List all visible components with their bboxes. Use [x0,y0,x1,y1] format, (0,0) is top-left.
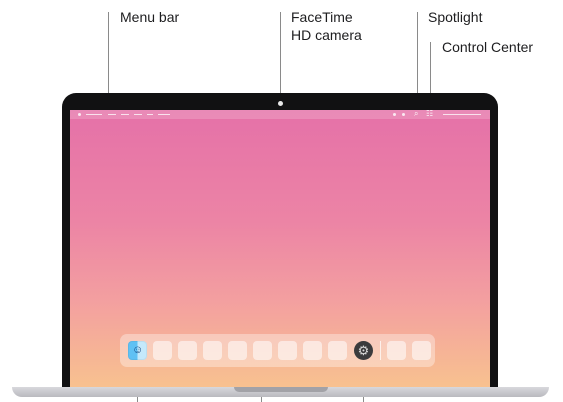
menu-bar-label: Menu bar [120,9,180,25]
menu-item[interactable] [121,114,129,115]
dock-app-icon[interactable] [228,341,247,360]
desktop-screen: ⌕ ☷ ☺ ⚙ [70,110,490,389]
facetime-camera-label: FaceTime HD camera [291,8,362,44]
menu-bar[interactable]: ⌕ ☷ [70,110,490,119]
dock: ☺ ⚙ [120,334,435,367]
dock-app-icon[interactable] [153,341,172,360]
facetime-camera [278,101,283,106]
facetime-label-line1: FaceTime [291,9,353,25]
menu-item[interactable] [147,114,153,115]
menu-bar-clock [443,114,481,115]
dock-app-icon[interactable] [203,341,222,360]
dock-app-icon[interactable] [387,341,406,360]
menu-item[interactable] [108,114,116,115]
dock-app-icon[interactable] [303,341,322,360]
search-icon[interactable]: ⌕ [414,110,418,119]
gear-icon[interactable]: ⚙ [354,341,373,360]
wifi-icon[interactable] [402,113,405,116]
facetime-label-line2: HD camera [291,27,362,43]
control-center-icon[interactable]: ☷ [426,110,433,119]
apple-menu-icon[interactable] [78,113,81,116]
dock-app-icon[interactable] [328,341,347,360]
dock-divider [380,341,381,360]
dock-app-icon[interactable] [253,341,272,360]
facetime-camera-callout-line [280,12,281,100]
finder-face-icon: ☺ [132,344,144,356]
finder-icon[interactable]: ☺ [128,341,147,360]
dock-app-icon[interactable] [178,341,197,360]
dock-app-icon[interactable] [412,341,431,360]
lid-opening-notch [234,387,328,392]
menu-item[interactable] [158,114,170,115]
status-icon[interactable] [393,113,396,116]
menu-item[interactable] [86,114,102,115]
spotlight-label: Spotlight [428,9,483,25]
control-center-label: Control Center [442,39,534,55]
dock-app-icon[interactable] [278,341,297,360]
menu-item[interactable] [134,114,142,115]
